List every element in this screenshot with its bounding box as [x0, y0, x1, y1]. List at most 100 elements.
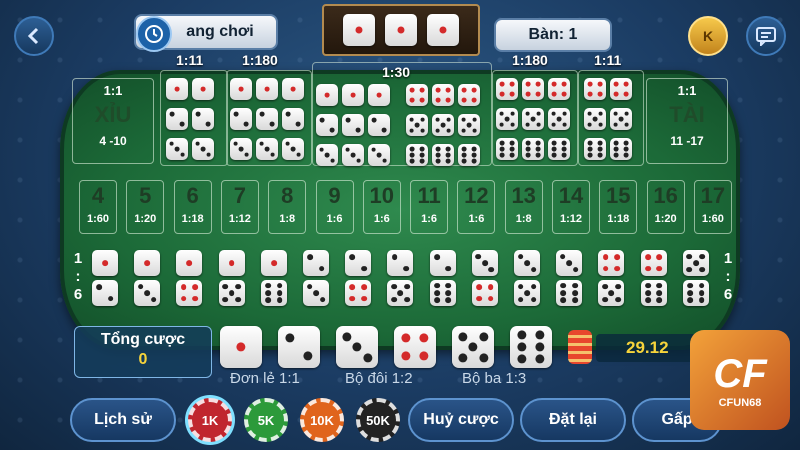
combo-bet-1-4[interactable]	[176, 250, 203, 306]
total-bet-value: 0	[138, 351, 148, 368]
die-face-4-icon	[598, 250, 625, 276]
die-face-3-icon	[556, 250, 583, 276]
combo-bet-3-5[interactable]	[514, 250, 540, 306]
sum-bet-4[interactable]: 4 1:60	[79, 180, 117, 234]
single-bet-1[interactable]	[220, 326, 262, 368]
sum-bet-5[interactable]: 5 1:20	[126, 180, 165, 234]
chip-stack-icon	[568, 330, 592, 364]
die-face-3-icon	[166, 138, 188, 160]
die-face-2-icon	[387, 250, 414, 276]
sum-odds: 1:12	[228, 213, 251, 225]
sum-number: 12	[464, 183, 489, 208]
sum-bet-9[interactable]: 9 1:6	[315, 180, 354, 234]
die-face-3-icon	[282, 138, 304, 160]
sum-bet-8[interactable]: 8 1:8	[268, 180, 307, 234]
combo-bet-4-6[interactable]	[640, 250, 667, 306]
sum-odds: 1:12	[559, 213, 583, 225]
chip-50k[interactable]: 50K	[356, 398, 400, 442]
combo-bet-1-5[interactable]	[218, 250, 245, 306]
die-face-1-icon	[192, 78, 214, 100]
die-face-5-icon	[548, 108, 570, 130]
combo-bet-1-3[interactable]	[134, 250, 161, 306]
small-bet-area[interactable]: 1:1 XỈU 4 -10	[72, 78, 154, 164]
combo-bet-3-4[interactable]	[471, 250, 498, 306]
die-face-5-icon	[610, 108, 632, 130]
sum-bet-6[interactable]: 6 1:18	[173, 180, 212, 234]
sum-bet-17[interactable]: 17 1:60	[693, 180, 732, 234]
die-face-3-icon	[342, 144, 364, 166]
die-face-3-icon	[256, 138, 278, 160]
sum-bet-7[interactable]: 7 1:12	[220, 180, 259, 234]
die-face-3-icon	[316, 144, 338, 166]
single-bet-5[interactable]	[452, 326, 494, 368]
single-bet-4[interactable]	[394, 326, 436, 368]
combo-bet-5-6[interactable]	[682, 250, 709, 306]
chip-1k[interactable]: 1K	[188, 398, 232, 442]
die-face-5-icon	[522, 108, 544, 130]
sum-number: 10	[369, 183, 395, 208]
table-number-label: Bàn: 1	[528, 26, 578, 43]
die-face-2-icon	[429, 250, 456, 276]
sum-number: 17	[700, 183, 726, 208]
die-face-1-icon	[256, 78, 278, 100]
combo-bet-3-6[interactable]	[556, 250, 583, 306]
cancel-bet-button[interactable]: Huỷ cược	[408, 398, 514, 442]
single-bet-3[interactable]	[336, 326, 378, 368]
balance-value: 29.12	[626, 338, 669, 357]
watermark-logo: CF CFUN68	[690, 330, 790, 430]
specific-double-odds-right: 1:180	[512, 52, 548, 68]
die-face-4-icon	[548, 78, 570, 100]
sum-bet-14[interactable]: 14 1:12	[552, 180, 590, 234]
reset-label: Đặt lại	[548, 411, 597, 428]
sum-odds: 1:6	[373, 213, 390, 225]
sum-number: 15	[606, 183, 631, 208]
combo-bet-2-6[interactable]	[429, 250, 456, 306]
combo-bet-2-3[interactable]	[303, 250, 329, 306]
sum-bet-12[interactable]: 12 1:6	[457, 180, 496, 234]
single-bet-2[interactable]	[278, 326, 320, 368]
combo-bet-1-6[interactable]	[260, 250, 287, 306]
die-face-1-icon	[385, 14, 417, 46]
sum-odds: 1:6	[421, 213, 438, 225]
reset-button[interactable]: Đặt lại	[520, 398, 626, 442]
sum-number: 9	[328, 183, 341, 208]
die-face-5-icon	[432, 114, 454, 136]
big-ratio: 1:1	[677, 83, 697, 98]
die-face-5-icon	[218, 280, 245, 306]
cancel-label: Huỷ cược	[423, 411, 499, 428]
combo-bet-1-2[interactable]	[92, 250, 118, 306]
sum-bet-10[interactable]: 10 1:6	[362, 180, 401, 234]
specific-double-odds-left: 1:180	[242, 52, 278, 68]
combo-bet-4-5[interactable]	[598, 250, 625, 306]
k-coin-icon[interactable]: K	[688, 16, 728, 56]
combo-bet-2-5[interactable]	[387, 250, 414, 306]
sum-bet-11[interactable]: 11 1:6	[410, 180, 449, 234]
sum-number: 8	[281, 183, 294, 208]
single-bet-6[interactable]	[510, 326, 552, 368]
combo-bet-2-4[interactable]	[345, 250, 372, 306]
die-face-6-icon	[556, 280, 583, 306]
back-button[interactable]	[14, 16, 54, 56]
history-button[interactable]: Lịch sử	[70, 398, 176, 442]
chip-10k[interactable]: 10K	[300, 398, 344, 442]
die-face-4-icon	[496, 78, 518, 100]
die-face-6-icon	[406, 144, 428, 166]
chat-button[interactable]	[746, 16, 786, 56]
legend-double: Bộ đôi 1:2	[345, 370, 413, 387]
big-bet-area[interactable]: 1:1 TÀI 11 -17	[646, 78, 728, 164]
legend-single: Đơn lẻ 1:1	[230, 370, 300, 387]
die-face-6-icon	[458, 144, 480, 166]
die-face-5-icon	[682, 250, 709, 276]
die-face-6-icon	[496, 138, 518, 160]
sum-odds: 1:18	[607, 213, 630, 225]
specific-triple-odds-right: 1:11	[594, 52, 622, 68]
sum-number: 7	[233, 183, 247, 208]
sum-bet-13[interactable]: 13 1:8	[504, 180, 543, 234]
sum-bet-15[interactable]: 15 1:18	[599, 180, 638, 234]
history-clock-icon[interactable]	[136, 16, 172, 52]
die-face-1-icon	[316, 84, 338, 106]
sum-odds: 1:60	[701, 213, 724, 225]
legend-triple: Bộ ba 1:3	[462, 370, 527, 387]
sum-bet-16[interactable]: 16 1:20	[646, 180, 685, 234]
chip-5k[interactable]: 5K	[244, 398, 288, 442]
